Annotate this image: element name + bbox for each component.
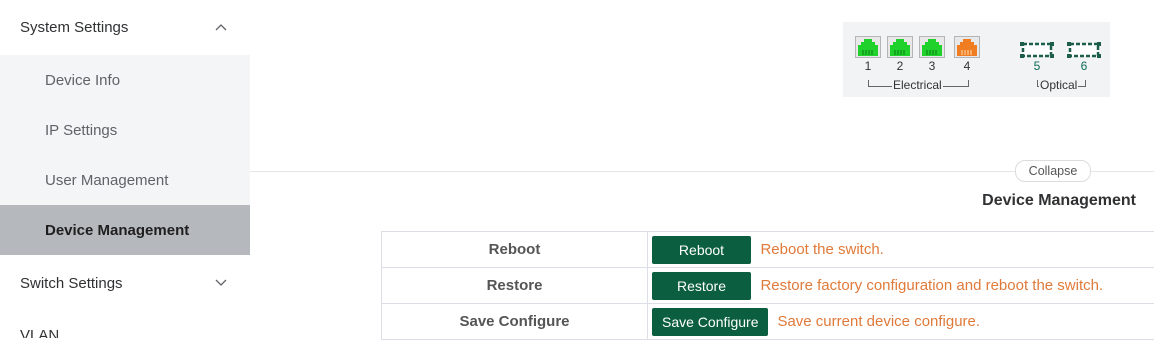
chevron-up-icon — [214, 20, 228, 34]
save-configure-button[interactable]: Save Configure — [652, 308, 768, 336]
reboot-button[interactable]: Reboot — [652, 236, 751, 264]
electrical-group-label: Electrical — [892, 78, 943, 92]
row-action-cell: Reboot Reboot the switch. — [648, 232, 1154, 268]
table-row: Reboot Reboot Reboot the switch. — [382, 232, 1154, 268]
sidebar-item-device-info[interactable]: Device Info — [0, 55, 250, 105]
system-settings-submenu: Device Info IP Settings User Management … — [0, 55, 250, 255]
sidebar-group-switch-settings[interactable]: Switch Settings — [0, 256, 250, 310]
row-label: Save Configure — [382, 304, 648, 340]
row-label: Restore — [382, 268, 648, 304]
sidebar-item-label: User Management — [45, 172, 168, 189]
sidebar-item-label: IP Settings — [45, 122, 117, 139]
row-description: Save current device configure. — [777, 313, 980, 330]
collapse-button[interactable]: Collapse — [1015, 160, 1091, 182]
sidebar-item-ip-settings[interactable]: IP Settings — [0, 105, 250, 155]
sidebar-item-user-management[interactable]: User Management — [0, 155, 250, 205]
sidebar-group-label: Switch Settings — [20, 275, 123, 292]
row-action-cell: Restore Restore factory configuration an… — [648, 268, 1154, 304]
table-row: Restore Restore Restore factory configur… — [382, 268, 1154, 304]
table-row: Save Configure Save Configure Save curre… — [382, 304, 1154, 340]
row-description: Restore factory configuration and reboot… — [760, 277, 1103, 294]
sidebar-group-vlan[interactable]: VLAN — [20, 327, 59, 338]
restore-button[interactable]: Restore — [652, 272, 751, 300]
page-title: Device Management — [982, 192, 1136, 210]
row-label: Reboot — [382, 232, 648, 268]
chevron-down-icon — [214, 276, 228, 290]
sidebar-group-system-settings[interactable]: System Settings — [0, 0, 250, 54]
ethernet-port-icon[interactable] — [954, 36, 980, 58]
port-number: 1 — [855, 59, 881, 73]
port-number: 2 — [887, 59, 913, 73]
ethernet-port-icon[interactable] — [855, 36, 881, 58]
sidebar-group-label: System Settings — [20, 19, 128, 36]
optical-group-label: Optical — [1039, 78, 1078, 92]
sidebar-item-label: Device Management — [45, 222, 189, 239]
port-number: 5 — [1024, 59, 1050, 73]
ethernet-port-icon[interactable] — [919, 36, 945, 58]
port-number: 3 — [919, 59, 945, 73]
sidebar-item-device-management[interactable]: Device Management — [0, 205, 250, 255]
row-action-cell: Save Configure Save current device confi… — [648, 304, 1154, 340]
row-description: Reboot the switch. — [760, 241, 883, 258]
port-status-panel: 1 2 3 4 5 6 Electrical Optical — [843, 22, 1110, 97]
ethernet-port-icon[interactable] — [887, 36, 913, 58]
sidebar: System Settings Device Info IP Settings … — [0, 0, 250, 338]
port-number: 4 — [954, 59, 980, 73]
sidebar-item-label: Device Info — [45, 72, 120, 89]
device-management-table: Reboot Reboot Reboot the switch. Restore… — [381, 231, 1154, 340]
port-number: 6 — [1071, 59, 1097, 73]
